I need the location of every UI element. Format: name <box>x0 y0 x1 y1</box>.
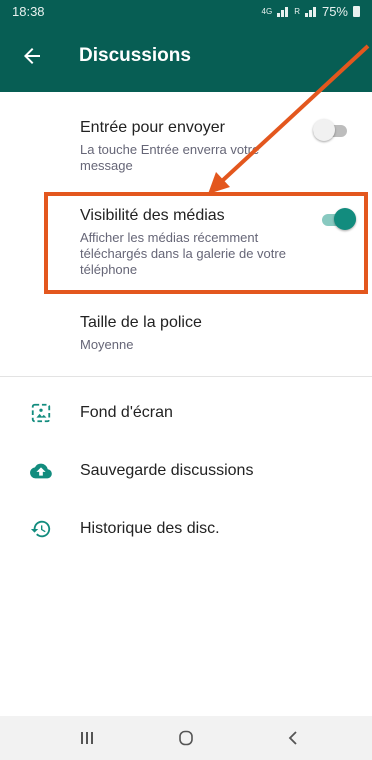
system-nav-bar <box>0 716 372 760</box>
recent-apps-icon[interactable] <box>80 731 94 745</box>
annotation-arrow <box>208 44 370 194</box>
back-nav-icon[interactable] <box>287 730 299 746</box>
home-icon[interactable] <box>178 730 194 746</box>
